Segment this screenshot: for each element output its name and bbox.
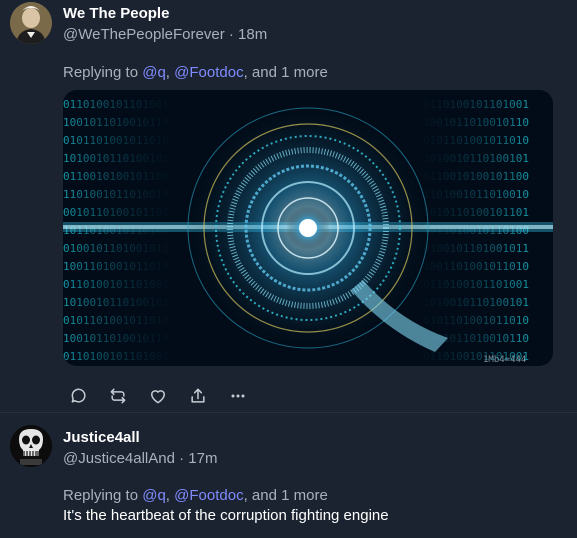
svg-text:1010010110100101: 1010010110100101	[423, 152, 529, 165]
share-button[interactable]	[184, 382, 212, 410]
svg-text:0100101101001011: 0100101101001011	[63, 242, 169, 255]
svg-text:0110100101101001: 0110100101101001	[423, 278, 529, 291]
post-we-the-people[interactable]: We The People @WeThePeopleForever · 18m …	[0, 0, 577, 412]
handle[interactable]: @WeThePeopleForever	[63, 26, 225, 43]
separator: ·	[224, 26, 239, 43]
svg-text:0101101001011010: 0101101001011010	[423, 134, 529, 147]
svg-text:0101101001011010: 0101101001011010	[423, 314, 529, 327]
svg-text:0010110100101101: 0010110100101101	[63, 206, 169, 219]
svg-text:1001011010010110: 1001011010010110	[63, 332, 169, 345]
share-icon	[191, 388, 205, 403]
timestamp[interactable]: 17m	[188, 450, 217, 467]
mention-footdoc[interactable]: @Footdoc	[174, 487, 243, 504]
svg-text:1010010110100101: 1010010110100101	[63, 296, 169, 309]
replying-to: Replying to @q, @Footdoc, and 1 more	[63, 487, 328, 504]
like-button[interactable]	[144, 382, 172, 410]
svg-text:0100101101001011: 0100101101001011	[423, 242, 529, 255]
display-name[interactable]: We The People	[63, 5, 169, 22]
replying-prefix: Replying to	[63, 487, 143, 504]
svg-text:0110010100101100: 0110010100101100	[63, 170, 169, 183]
replying-to: Replying to @q, @Footdoc, and 1 more	[63, 64, 328, 81]
more-icon	[231, 394, 245, 398]
svg-text:0101101001011010: 0101101001011010	[63, 134, 169, 147]
svg-text:0110100101101001: 0110100101101001	[63, 278, 169, 291]
like-icon	[151, 390, 165, 404]
timestamp[interactable]: 18m	[238, 26, 267, 43]
mention-footdoc[interactable]: @Footdoc	[174, 64, 243, 81]
handle-and-time: @Justice4allAnd · 17m	[63, 450, 217, 467]
reply-icon	[71, 388, 86, 403]
more-button[interactable]	[224, 382, 252, 410]
handle-and-time: @WeThePeopleForever · 18m	[63, 26, 267, 43]
avatar[interactable]	[10, 425, 52, 467]
repost-button[interactable]	[104, 382, 132, 410]
svg-text:1101001011010010: 1101001011010010	[423, 188, 529, 201]
mention-q[interactable]: @q	[142, 487, 166, 504]
svg-text:1001101001011010: 1001101001011010	[423, 260, 529, 273]
display-name[interactable]: Justice4all	[63, 429, 140, 446]
svg-text:0110100101101001: 0110100101101001	[63, 98, 169, 111]
svg-text:0010110100101101: 0010110100101101	[423, 206, 529, 219]
svg-text:1001011010010110: 1001011010010110	[423, 116, 529, 129]
replying-suffix: , and 1 more	[243, 64, 328, 81]
action-bar	[63, 382, 263, 410]
media-image[interactable]: 0110100101101001 1001011010010110 010110…	[63, 90, 553, 366]
svg-text:1001011010010110: 1001011010010110	[63, 116, 169, 129]
replying-prefix: Replying to	[63, 64, 143, 81]
svg-text:0101101001011010: 0101101001011010	[63, 314, 169, 327]
svg-text:0110100101101001: 0110100101101001	[63, 350, 169, 363]
post-justice4all[interactable]: Justice4all @Justice4allAnd · 17m Replyi…	[0, 412, 577, 538]
media-watermark: 1Mb4=444	[483, 355, 526, 365]
mention-q[interactable]: @q	[142, 64, 166, 81]
svg-text:0110010100101100: 0110010100101100	[423, 170, 529, 183]
mention-comma: ,	[165, 64, 175, 81]
svg-text:1001101001011010: 1001101001011010	[63, 260, 169, 273]
avatar[interactable]	[10, 2, 52, 44]
separator: ·	[174, 450, 189, 467]
svg-text:1010010110100101: 1010010110100101	[63, 152, 169, 165]
mention-comma: ,	[165, 487, 175, 504]
reply-button[interactable]	[65, 382, 93, 410]
repost-icon	[110, 388, 126, 404]
svg-text:0110100101101001: 0110100101101001	[423, 98, 529, 111]
svg-text:1101001011010010: 1101001011010010	[63, 188, 169, 201]
tweet-text: It's the heartbeat of the corruption fig…	[63, 507, 389, 524]
svg-text:1010010110100101: 1010010110100101	[423, 296, 529, 309]
handle[interactable]: @Justice4allAnd	[63, 450, 175, 467]
replying-suffix: , and 1 more	[243, 487, 328, 504]
